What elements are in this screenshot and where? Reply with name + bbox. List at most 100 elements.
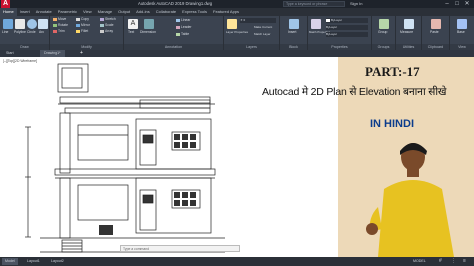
fillet-tool[interactable]: Fillet xyxy=(76,29,88,34)
status-bar xyxy=(0,257,474,266)
paste-label[interactable]: Paste xyxy=(430,30,439,35)
minimize-icon[interactable]: – xyxy=(442,0,452,8)
stair-tower-window xyxy=(61,67,83,89)
file-tab-drawing1[interactable]: Drawing1* xyxy=(40,50,65,57)
linear-dim-tool[interactable]: Linear xyxy=(176,18,190,23)
linetype-dropdown[interactable]: ByLayer xyxy=(326,25,368,30)
maximize-icon[interactable]: □ xyxy=(452,0,462,8)
layout-tab-layout1[interactable]: Layout1 xyxy=(24,258,43,265)
array-label: Array xyxy=(105,29,114,33)
tab-collaborate[interactable]: Collaborate xyxy=(153,8,179,16)
table-tool[interactable]: Table xyxy=(176,32,189,37)
leader-icon xyxy=(176,25,180,29)
dimension-tool-icon[interactable] xyxy=(144,19,154,29)
match-layer-button[interactable]: Match Layer xyxy=(254,32,271,37)
table-icon xyxy=(176,32,180,36)
file-tab-start[interactable]: Start xyxy=(2,50,18,57)
arc-tool-label[interactable]: Arc xyxy=(39,30,44,35)
part-label: PART:-17 xyxy=(365,64,420,79)
settings-menu-icon[interactable]: ≡ xyxy=(460,258,469,265)
tab-add-ins[interactable]: Add-ins xyxy=(133,8,153,16)
measure-icon[interactable] xyxy=(404,19,414,29)
lineweight-value: ByLayer xyxy=(326,32,338,36)
linear-dim-icon xyxy=(176,18,180,22)
color-value: ByLayer xyxy=(331,18,343,22)
arc-tool-icon[interactable] xyxy=(38,19,48,29)
trim-tool[interactable]: Trim xyxy=(53,29,65,34)
tab-featured-apps[interactable]: Featured Apps xyxy=(210,8,242,16)
upper-slab xyxy=(64,107,211,114)
match-properties-icon[interactable] xyxy=(311,19,321,29)
rotate-tool[interactable]: Rotate xyxy=(53,23,68,28)
autocad-logo-icon[interactable]: A xyxy=(1,0,10,8)
text-tool-label[interactable]: Text xyxy=(128,30,134,35)
table-label: Table xyxy=(181,32,190,36)
linetype-value: ByLayer xyxy=(326,25,338,29)
scale-label: Scale xyxy=(105,23,114,27)
circle-tool-icon[interactable] xyxy=(27,19,37,29)
window-title: Autodesk AutoCAD 2019 Drawing1.dwg xyxy=(138,1,213,6)
annotation-group: A Text Dimension Linear Leader Table Ann… xyxy=(124,16,224,50)
make-current-button[interactable]: Make Current xyxy=(254,25,272,30)
tab-view[interactable]: View xyxy=(80,8,95,16)
text-tool-icon[interactable]: A xyxy=(128,19,138,29)
paste-icon[interactable] xyxy=(431,19,441,29)
group-label[interactable]: Group xyxy=(378,30,387,35)
mirror-label: Mirror xyxy=(81,23,90,27)
insert-block-icon[interactable] xyxy=(289,19,299,29)
copy-tool[interactable]: Copy xyxy=(76,17,89,22)
snap-toggle-icon[interactable]: ⋮ xyxy=(448,258,459,265)
layer-dropdown[interactable]: ☀ 0 xyxy=(240,18,276,23)
insert-block-label[interactable]: Insert xyxy=(288,30,296,35)
layout-tab-model[interactable]: Model xyxy=(2,258,18,265)
dimension-tool-label[interactable]: Dimension xyxy=(140,30,156,35)
line-tool-label[interactable]: Line xyxy=(2,30,8,35)
tab-insert[interactable]: Insert xyxy=(17,8,33,16)
tab-home[interactable]: Home xyxy=(0,8,17,16)
base-view-label[interactable]: Base xyxy=(457,30,465,35)
layer-properties-label[interactable]: Layer Properties xyxy=(226,30,248,35)
stretch-icon xyxy=(100,17,104,21)
utilities-group: Measure Utilities xyxy=(396,16,422,50)
tab-parametric[interactable]: Parametric xyxy=(55,8,80,16)
model-space-indicator[interactable]: MODEL xyxy=(410,258,429,265)
array-tool[interactable]: Array xyxy=(100,29,113,34)
measure-label[interactable]: Measure xyxy=(400,30,413,35)
layout-tab-layout2[interactable]: Layout2 xyxy=(48,258,67,265)
draw-group: Line Polyline Circle Arc Draw xyxy=(0,16,50,50)
color-swatch-icon xyxy=(326,18,330,22)
leader-tool[interactable]: Leader xyxy=(176,25,192,30)
tab-output[interactable]: Output xyxy=(115,8,133,16)
tab-manage[interactable]: Manage xyxy=(95,8,115,16)
file-tab-bar xyxy=(0,50,474,57)
group-icon[interactable] xyxy=(379,19,389,29)
polyline-tool-label[interactable]: Polyline xyxy=(14,30,26,35)
tab-annotate[interactable]: Annotate xyxy=(33,8,55,16)
layers-group: Layer Properties ☀ 0 Make Current Match … xyxy=(224,16,280,50)
mirror-tool[interactable]: Mirror xyxy=(76,23,90,28)
polyline-tool-icon[interactable] xyxy=(15,19,25,29)
sign-in-button[interactable]: Sign In xyxy=(350,0,390,8)
search-input[interactable]: Type a keyword or phrase xyxy=(283,1,345,7)
grid-toggle-icon[interactable]: # xyxy=(436,258,445,265)
tab-express-tools[interactable]: Express Tools xyxy=(179,8,210,16)
circle-tool-label[interactable]: Circle xyxy=(27,30,36,35)
new-tab-button[interactable]: + xyxy=(76,50,87,57)
mirror-icon xyxy=(76,23,80,27)
color-dropdown[interactable]: ByLayer xyxy=(326,18,368,23)
array-icon xyxy=(100,29,104,33)
close-icon[interactable]: ✕ xyxy=(462,0,472,8)
upper-wall-left xyxy=(77,124,129,161)
layer-properties-icon[interactable] xyxy=(227,19,237,29)
lineweight-dropdown[interactable]: ByLayer xyxy=(326,32,368,37)
scale-tool[interactable]: Scale xyxy=(100,23,113,28)
clipboard-group: Paste Clipboard xyxy=(422,16,450,50)
fillet-label: Fillet xyxy=(81,29,89,33)
lower-wall-left xyxy=(77,184,129,221)
command-input[interactable]: Type a command xyxy=(120,245,240,252)
stretch-tool[interactable]: Stretch xyxy=(100,17,116,22)
base-view-icon[interactable] xyxy=(457,19,467,29)
move-tool[interactable]: Move xyxy=(53,17,66,22)
move-icon xyxy=(53,17,57,21)
line-tool-icon[interactable] xyxy=(3,19,13,29)
